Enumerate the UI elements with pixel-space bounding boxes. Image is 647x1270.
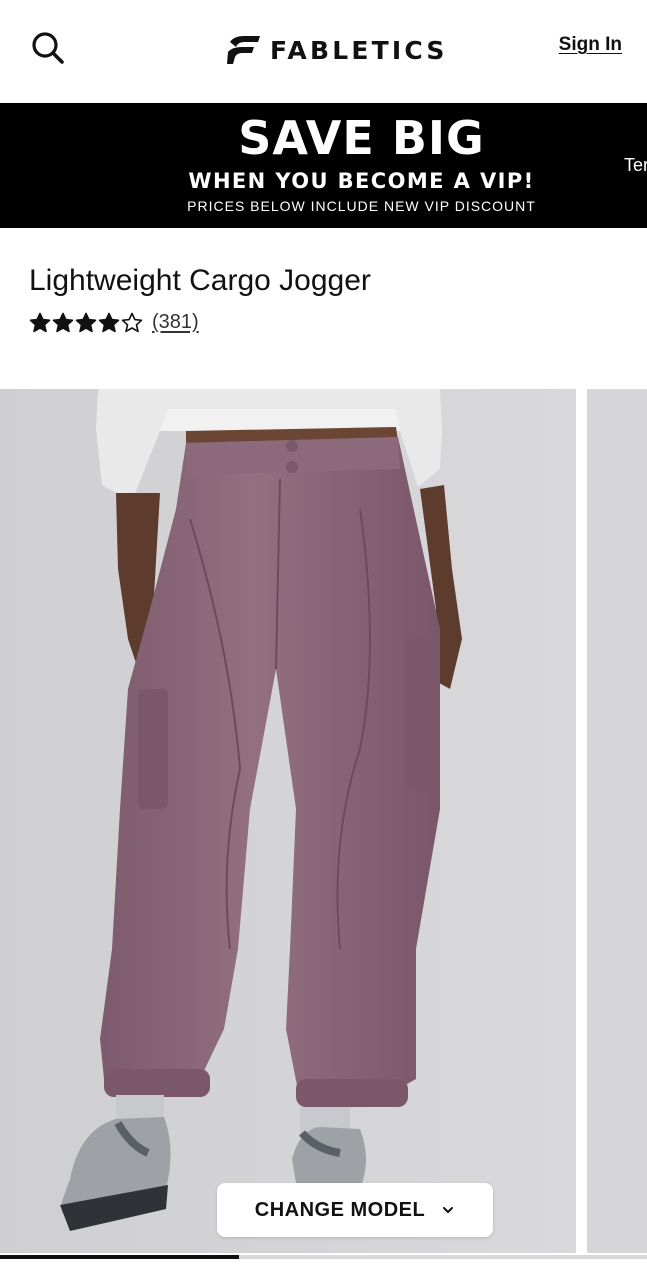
product-rating[interactable]: (381) xyxy=(29,311,199,334)
search-button[interactable] xyxy=(30,30,66,66)
promo-banner[interactable]: SAVE BIG WHEN YOU BECOME A VIP! PRICES B… xyxy=(0,103,647,228)
chevron-down-icon xyxy=(443,1207,454,1213)
next-product-image-peek[interactable] xyxy=(587,389,647,1253)
banner-title: SAVE BIG xyxy=(238,111,485,165)
banner-next-slide-peek: Ter xyxy=(624,155,647,175)
product-image[interactable] xyxy=(0,389,576,1253)
star-filled-icon xyxy=(52,312,74,332)
banner-subtitle: WHEN YOU BECOME A VIP! xyxy=(188,169,535,193)
site-header: FABLETICS Sign In xyxy=(0,0,647,103)
search-icon xyxy=(32,32,64,64)
star-filled-icon xyxy=(98,312,120,332)
product-photo-illustration xyxy=(0,389,576,1253)
product-gallery[interactable] xyxy=(0,389,647,1259)
product-title: Lightweight Cargo Jogger xyxy=(29,264,371,297)
fabletics-logo-mark xyxy=(227,36,260,64)
change-model-label: CHANGE MODEL xyxy=(254,1198,426,1221)
banner-note: PRICES BELOW INCLUDE NEW VIP DISCOUNT xyxy=(187,198,536,214)
review-count-link[interactable]: (381) xyxy=(152,311,199,334)
change-model-button[interactable]: CHANGE MODEL xyxy=(217,1183,493,1237)
star-filled-icon xyxy=(29,312,51,332)
gallery-progress-bar xyxy=(0,1255,647,1259)
gallery-progress-fill xyxy=(0,1255,240,1259)
star-filled-icon xyxy=(75,312,97,332)
rating-stars xyxy=(29,312,144,334)
sign-in-link[interactable]: Sign In xyxy=(559,34,622,56)
star-empty-icon xyxy=(121,312,143,332)
brand-name: FABLETICS xyxy=(270,35,448,65)
brand-logo[interactable]: FABLETICS xyxy=(224,30,448,70)
